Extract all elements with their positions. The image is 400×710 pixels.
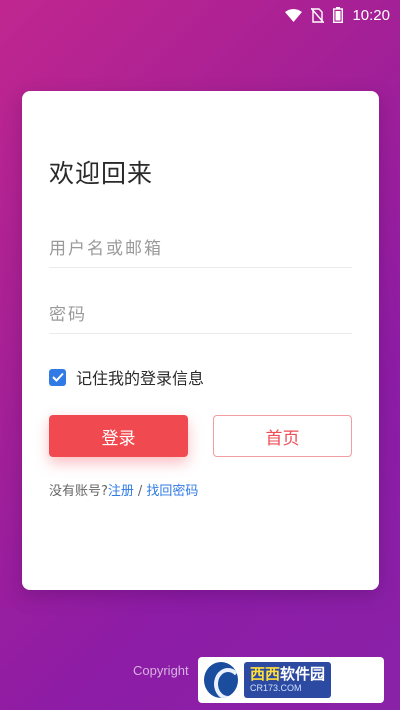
page-title: 欢迎回来: [49, 159, 154, 188]
wifi-icon: [285, 8, 303, 22]
link-separator: /: [137, 484, 143, 499]
account-links: 没有账号?注册 / 找回密码: [49, 480, 198, 499]
status-bar: 10:20: [0, 0, 400, 30]
watermark-domain: CR173.COM: [250, 683, 302, 693]
no-sim-icon: [311, 7, 325, 23]
watermark-brand-part1: 西西: [250, 665, 281, 683]
login-card: 欢迎回来 记住我的登录信息 登录 首页 没有账号?注册/找回密码: [22, 91, 379, 590]
battery-icon: [333, 7, 344, 23]
remember-me-label: 记住我的登录信息: [76, 369, 205, 388]
username-input[interactable]: [49, 230, 352, 268]
watermark-badge: 西西软件园 CR173.COM: [244, 662, 332, 698]
status-time: 10:20: [352, 6, 390, 24]
forgot-password-link[interactable]: 找回密码: [146, 484, 198, 499]
watermark-brand: 西西软件园: [250, 666, 325, 683]
password-input[interactable]: [49, 296, 352, 334]
login-button[interactable]: 登录: [49, 415, 188, 457]
home-button[interactable]: 首页: [213, 415, 352, 457]
watermark-logo: 西西软件园 CR173.COM: [198, 657, 384, 703]
watermark-logo-icon: [204, 662, 238, 698]
register-link[interactable]: 注册: [108, 484, 134, 499]
no-account-text: 没有账号?: [49, 484, 108, 499]
checkbox-checked-icon[interactable]: [49, 368, 66, 386]
remember-me-checkbox[interactable]: 记住我的登录信息: [49, 365, 204, 389]
watermark-brand-part2: 软件园: [280, 665, 326, 683]
copyright-text: Copyright: [133, 663, 189, 678]
